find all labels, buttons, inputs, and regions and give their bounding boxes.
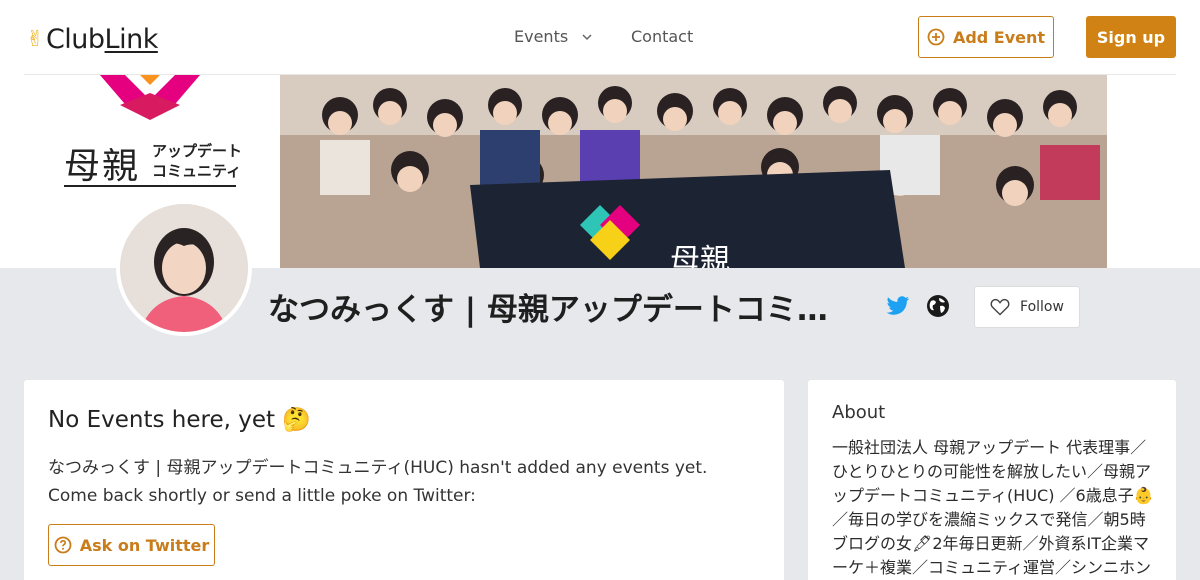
help-circle-icon — [54, 536, 72, 554]
events-card: No Events here, yet 🤔 なつみっくす | 母親アップデートコ… — [24, 380, 784, 580]
heart-icon — [990, 298, 1010, 316]
nav-events-dropdown[interactable]: Events — [514, 27, 592, 46]
signup-label: Sign up — [1096, 27, 1166, 47]
add-event-label: Add Event — [952, 27, 1046, 47]
ask-on-twitter-label: Ask on Twitter — [79, 535, 210, 555]
victory-hand-icon: ✌ — [26, 26, 44, 52]
about-text: 一般社団法人 母親アップデート 代表理事／ひとりひとりの可能性を解放したい／母親… — [832, 438, 1154, 577]
clublink-logo[interactable]: ✌ Club Link — [26, 22, 158, 56]
follow-button[interactable]: Follow — [974, 286, 1080, 328]
profile-avatar — [116, 200, 252, 336]
globe-icon[interactable] — [926, 294, 950, 318]
nav-contact-link[interactable]: Contact — [631, 27, 693, 46]
about-card: About 一般社団法人 母親アップデート 代表理事／ひとりひとりの可能性を解放… — [808, 380, 1176, 580]
chevron-down-icon — [582, 33, 592, 40]
huc-mark-icon — [100, 75, 200, 120]
follow-label: Follow — [1020, 299, 1064, 315]
twitter-icon[interactable] — [886, 294, 910, 318]
ask-on-twitter-button[interactable]: Ask on Twitter — [48, 524, 215, 566]
brand-underline — [64, 185, 236, 187]
events-card-message: なつみっくす | 母親アップデートコミュニティ(HUC) hasn't adde… — [48, 458, 708, 506]
group-photo: 母親 — [280, 75, 1107, 268]
avatar-portrait — [120, 204, 248, 332]
logo-link-text: Link — [104, 23, 159, 55]
brand-subtitle: アップデート コミュニティ — [152, 141, 242, 181]
about-title: About — [832, 402, 886, 423]
top-header: ✌ Club Link Events Contact Add Event Sign… — [0, 0, 1200, 75]
flag-text: 母親 — [670, 243, 730, 268]
add-event-button[interactable]: Add Event — [918, 16, 1054, 58]
events-card-title: No Events here, yet 🤔 — [48, 407, 311, 433]
brand-name-jp: 母親 — [64, 146, 141, 187]
brand-subtitle-line1: アップデート — [152, 142, 243, 160]
signup-button[interactable]: Sign up — [1086, 16, 1176, 58]
brand-subtitle-line2: コミュニティ — [152, 162, 242, 180]
nav-contact-label: Contact — [631, 27, 694, 46]
plus-circle-icon — [927, 28, 945, 46]
nav-events-label: Events — [514, 27, 569, 46]
logo-club-text: Club — [45, 23, 105, 55]
profile-name: なつみっくす | 母親アップデートコミュニティ(HUC) — [268, 292, 848, 328]
